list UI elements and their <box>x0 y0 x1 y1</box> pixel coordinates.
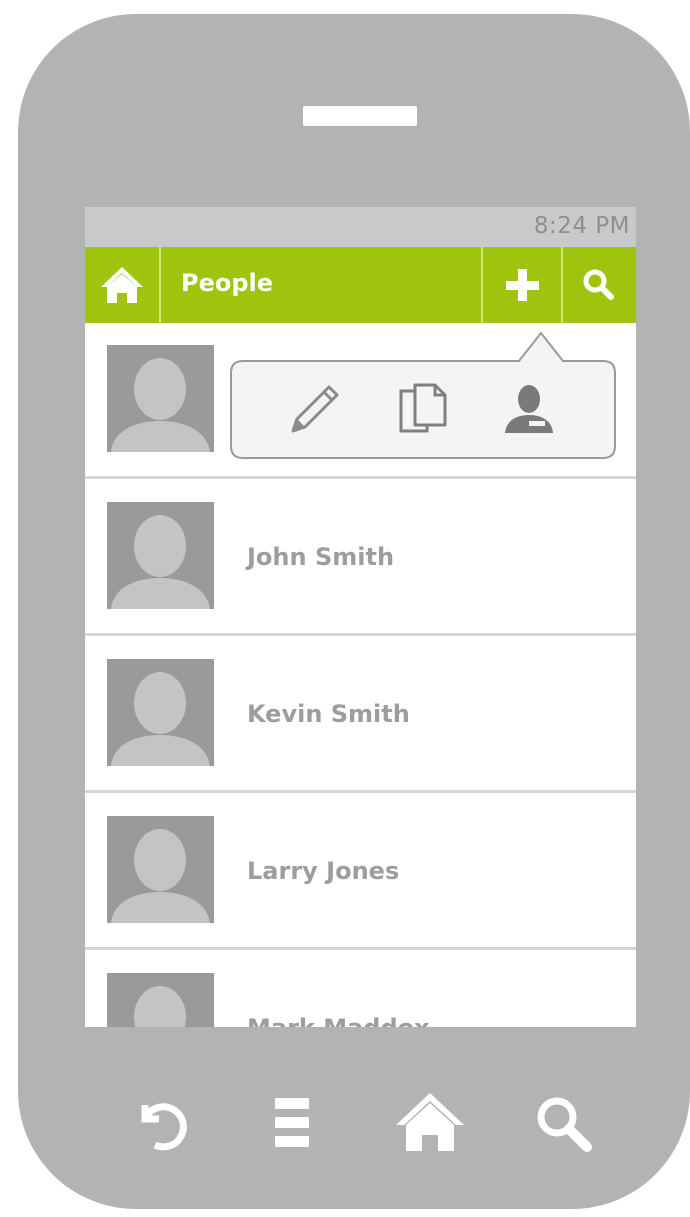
search-icon <box>583 269 614 300</box>
home-icon <box>396 1093 464 1151</box>
search-button[interactable] <box>525 1085 605 1165</box>
contact-row[interactable]: Larry Jones <box>85 794 636 950</box>
copy-contact-button[interactable] <box>391 377 455 441</box>
action-bar-home-button[interactable] <box>85 247 159 323</box>
contact-row[interactable]: Kevin Smith <box>85 637 636 793</box>
row-divider <box>85 476 636 479</box>
row-divider <box>85 790 636 793</box>
pencil-icon <box>291 385 339 433</box>
person-silhouette-icon <box>111 358 210 452</box>
person-silhouette-icon <box>111 672 210 766</box>
contact-name: Mark Maddox <box>247 1014 430 1027</box>
contact-name: Kevin Smith <box>247 700 410 728</box>
person-silhouette-icon <box>134 986 186 1027</box>
home-icon <box>101 267 143 303</box>
action-bar-title: People <box>181 269 274 297</box>
contact-name: John Smith <box>247 543 395 571</box>
menu-button[interactable] <box>259 1085 339 1165</box>
contact-icon <box>505 385 553 433</box>
device-nav-bar <box>0 1085 690 1165</box>
contact-row[interactable]: John Smith <box>85 480 636 636</box>
speaker-slot <box>303 106 417 126</box>
row-divider <box>85 947 636 950</box>
contact-row[interactable]: Mark Maddox <box>85 951 636 1027</box>
back-icon <box>141 1103 187 1151</box>
edit-contact-button[interactable] <box>281 377 345 441</box>
person-silhouette-icon <box>111 829 210 923</box>
avatar <box>107 502 214 609</box>
avatar <box>107 816 214 923</box>
avatar <box>107 345 214 452</box>
menu-icon <box>275 1098 309 1147</box>
add-contact-button[interactable] <box>483 247 561 323</box>
home-button[interactable] <box>390 1085 470 1165</box>
quick-action-popup <box>229 330 617 460</box>
action-bar-divider <box>159 247 161 323</box>
avatar <box>107 659 214 766</box>
action-bar: People <box>85 247 636 323</box>
contact-name: Larry Jones <box>247 857 400 885</box>
action-bar-search-button[interactable] <box>563 247 636 323</box>
status-bar: 8:24 PM <box>85 207 636 247</box>
plus-icon <box>506 269 539 301</box>
avatar <box>107 973 214 1027</box>
view-contact-button[interactable] <box>497 377 561 441</box>
copy-icon <box>399 383 447 433</box>
row-divider <box>85 633 636 636</box>
search-icon <box>537 1097 592 1152</box>
person-silhouette-icon <box>111 515 210 609</box>
status-time: 8:24 PM <box>533 213 630 239</box>
back-button[interactable] <box>125 1085 205 1165</box>
